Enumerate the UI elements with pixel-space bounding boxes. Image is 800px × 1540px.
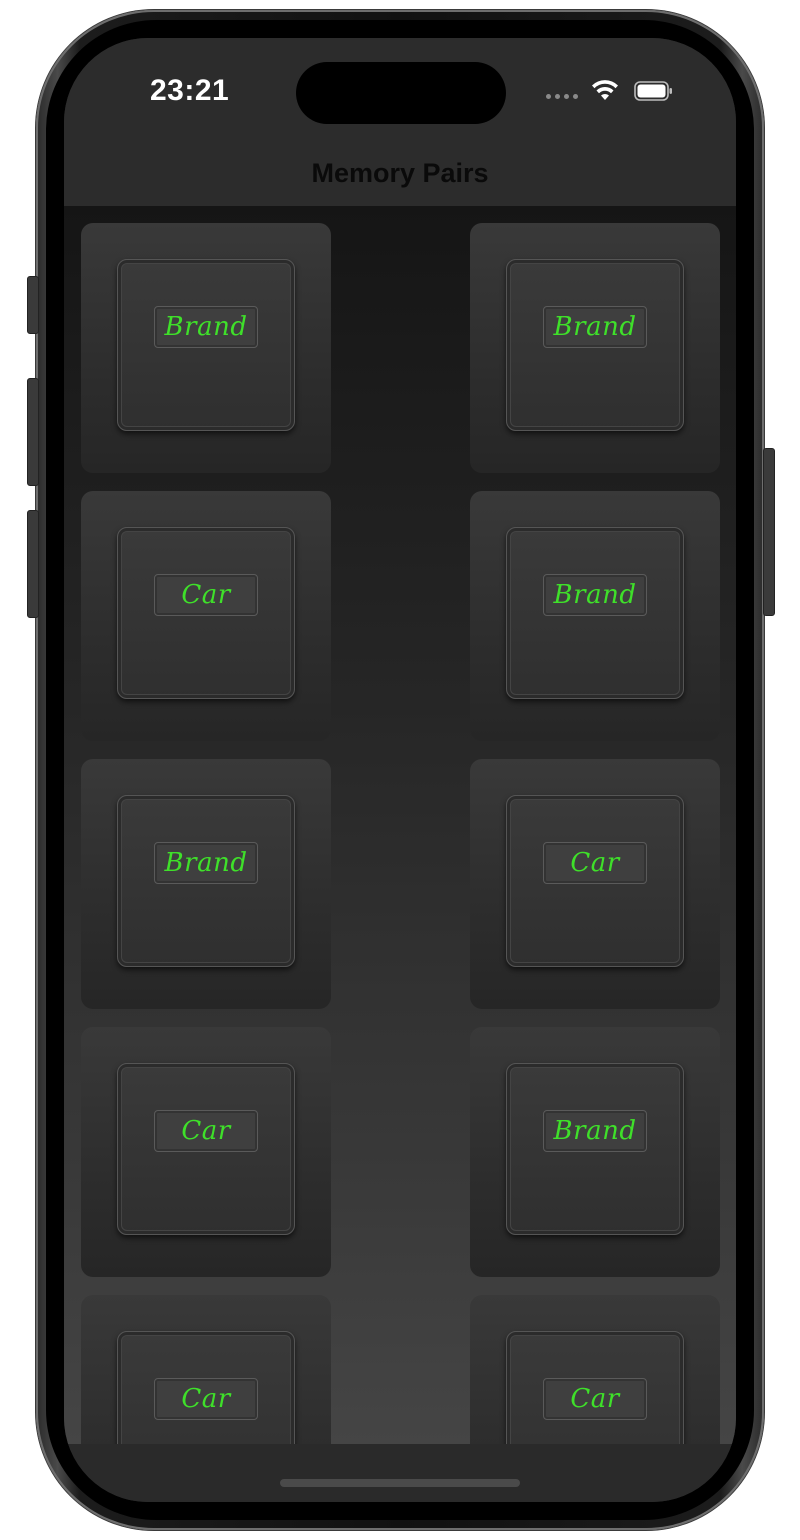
memory-card[interactable]: Car [81, 1295, 331, 1444]
card-label: Car [543, 1378, 647, 1420]
card-face: Car [506, 795, 684, 967]
card-face: Brand [506, 527, 684, 699]
card-face: Brand [117, 795, 295, 967]
battery-icon [634, 81, 672, 101]
card-label: Brand [543, 574, 647, 616]
bottom-safe-area [64, 1444, 736, 1502]
home-indicator[interactable] [280, 1479, 520, 1487]
status-bar: 23:21 [64, 38, 736, 148]
memory-card[interactable]: Car [470, 1295, 720, 1444]
cellular-dots-icon [546, 94, 578, 99]
card-label: Car [154, 1110, 258, 1152]
card-label: Brand [154, 842, 258, 884]
card-label: Brand [154, 306, 258, 348]
card-face: Brand [506, 1063, 684, 1235]
card-label: Car [154, 574, 258, 616]
screen: 23:21 Memory Pairs Brand Brand Car Brand… [64, 38, 736, 1502]
card-face: Brand [117, 259, 295, 431]
card-face: Brand [506, 259, 684, 431]
memory-card[interactable]: Brand [81, 759, 331, 1009]
navigation-bar: Memory Pairs [64, 148, 736, 206]
action-button [27, 276, 39, 334]
memory-card[interactable]: Brand [470, 491, 720, 741]
volume-down-button [27, 510, 39, 618]
wifi-icon [592, 80, 618, 100]
card-label: Car [154, 1378, 258, 1420]
dynamic-island [296, 62, 506, 124]
card-label: Brand [543, 1110, 647, 1152]
status-time: 23:21 [150, 74, 230, 107]
memory-card[interactable]: Brand [470, 1027, 720, 1277]
card-grid: Brand Brand Car Brand Brand Car Car Bran… [64, 206, 736, 1444]
power-button [763, 448, 775, 616]
card-face: Car [117, 1331, 295, 1444]
card-face: Car [117, 527, 295, 699]
volume-up-button [27, 378, 39, 486]
memory-card[interactable]: Car [81, 1027, 331, 1277]
card-face: Car [506, 1331, 684, 1444]
memory-card[interactable]: Car [470, 759, 720, 1009]
card-label: Brand [543, 306, 647, 348]
memory-card[interactable]: Brand [81, 223, 331, 473]
card-face: Car [117, 1063, 295, 1235]
page-title: Memory Pairs [311, 158, 489, 188]
card-label: Car [543, 842, 647, 884]
memory-card[interactable]: Car [81, 491, 331, 741]
memory-card[interactable]: Brand [470, 223, 720, 473]
